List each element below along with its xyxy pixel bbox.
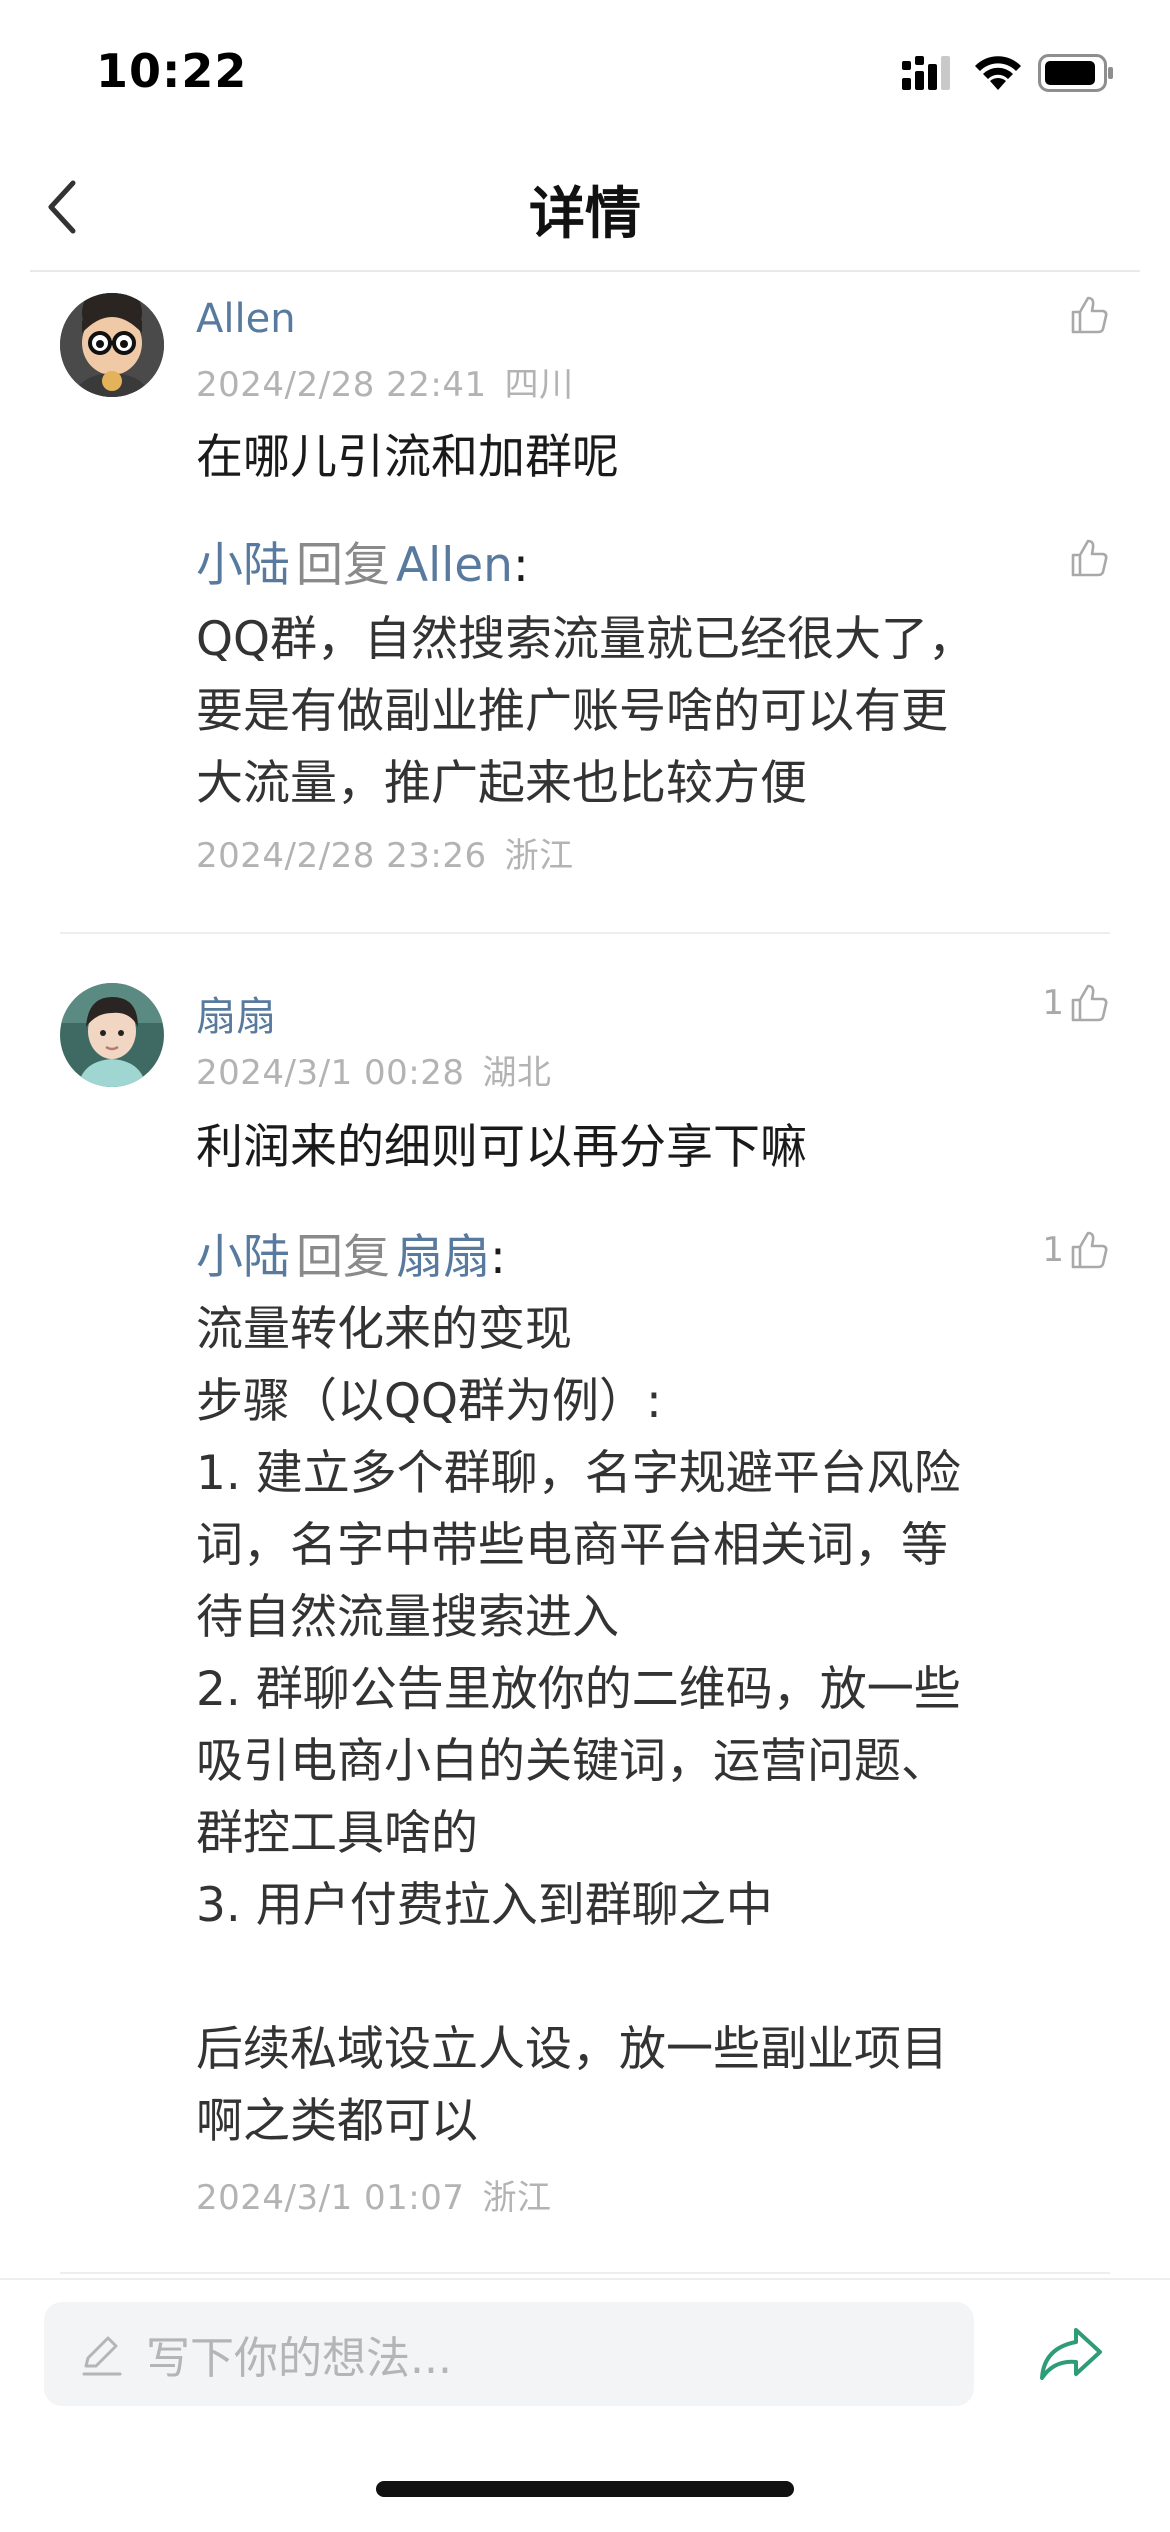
reply-like-button[interactable]: 1 bbox=[1042, 1226, 1110, 1274]
status-bar: 10:22 bbox=[0, 0, 1170, 145]
reply-header: 小陆 回复 Allen: bbox=[196, 538, 529, 593]
thumbs-up-icon bbox=[1071, 984, 1108, 1022]
comment-text: 在哪儿引流和加群呢 bbox=[196, 430, 619, 485]
comment-meta: 2024/3/1 00:28 湖北 bbox=[196, 1045, 552, 1094]
comment-date: 2024/3/1 00:28 bbox=[196, 1053, 465, 1093]
like-count: 1 bbox=[1042, 983, 1064, 1023]
avatar[interactable] bbox=[60, 983, 164, 1087]
comment-date: 2024/2/28 22:41 bbox=[196, 365, 487, 405]
status-time: 10:22 bbox=[96, 44, 248, 98]
reply-verb: 回复 bbox=[296, 1230, 390, 1285]
reply-meta: 2024/3/1 01:07 浙江 bbox=[196, 2170, 552, 2219]
reply-text: 流量转化来的变现 步骤（以QQ群为例）: 1. 建立多个群聊，名字规避平台风险 … bbox=[196, 1302, 961, 2149]
reply-like-button[interactable] bbox=[1064, 534, 1110, 582]
reply-date: 2024/2/28 23:26 bbox=[196, 836, 487, 876]
comment-region: 湖北 bbox=[482, 1053, 552, 1093]
page-title: 详情 bbox=[529, 182, 641, 247]
reply-from[interactable]: 小陆 bbox=[196, 538, 290, 593]
comment-meta: 2024/2/28 22:41 四川 bbox=[196, 357, 574, 406]
comment-divider bbox=[60, 2272, 1110, 2274]
like-count: 1 bbox=[1042, 1230, 1064, 1270]
reply-region: 浙江 bbox=[482, 2178, 552, 2218]
comment-text: 利润来的细则可以再分享下嘛 bbox=[196, 1120, 807, 1175]
reply-text: QQ群，自然搜索流量就已经很大了， 要是有做副业推广账号啥的可以有更 大流量，推… bbox=[196, 612, 975, 811]
comment-divider bbox=[60, 932, 1110, 934]
wifi-icon bbox=[975, 56, 1021, 90]
avatar[interactable] bbox=[60, 293, 164, 397]
reply-date: 2024/3/1 01:07 bbox=[196, 2178, 465, 2218]
comment-region: 四川 bbox=[504, 365, 574, 405]
reply-region: 浙江 bbox=[504, 836, 574, 876]
avatar-image bbox=[60, 293, 164, 397]
thumbs-up-icon bbox=[1071, 539, 1108, 577]
thumbs-up-icon bbox=[1071, 296, 1108, 334]
thumbs-up-icon bbox=[1071, 1231, 1108, 1269]
like-button[interactable]: 1 bbox=[1042, 979, 1110, 1027]
avatar-image bbox=[60, 983, 164, 1087]
nav-bar: 详情 bbox=[0, 145, 1170, 271]
like-button[interactable] bbox=[1064, 291, 1110, 339]
reply-header: 小陆 回复 扇扇: bbox=[196, 1230, 506, 1285]
battery-icon bbox=[1038, 54, 1113, 92]
home-indicator[interactable] bbox=[376, 2481, 794, 2497]
comment-input-placeholder: 写下你的想法... bbox=[146, 2333, 452, 2384]
comment-author[interactable]: 扇扇 bbox=[196, 984, 276, 1042]
comment-author[interactable]: Allen bbox=[196, 296, 296, 342]
reply-to[interactable]: Allen bbox=[396, 538, 513, 593]
comment-input[interactable]: 写下你的想法... bbox=[44, 2302, 974, 2406]
nav-divider bbox=[30, 270, 1140, 272]
reply-meta: 2024/2/28 23:26 浙江 bbox=[196, 828, 574, 877]
share-icon[interactable] bbox=[1036, 2324, 1106, 2384]
reply-to[interactable]: 扇扇 bbox=[396, 1230, 490, 1285]
cellular-signal-icon bbox=[902, 56, 950, 90]
reply-from[interactable]: 小陆 bbox=[196, 1230, 290, 1285]
reply-verb: 回复 bbox=[296, 538, 390, 593]
pencil-icon bbox=[82, 2336, 122, 2376]
